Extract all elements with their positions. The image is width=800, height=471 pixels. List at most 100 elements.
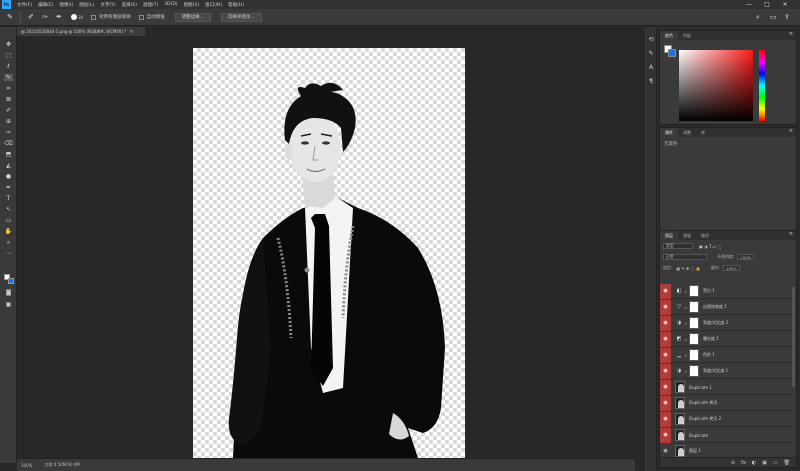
layer-name[interactable]: 亮度/对比度 1 — [703, 368, 728, 374]
search-icon[interactable]: ⌕ — [756, 13, 760, 22]
tab-layers[interactable]: 图层 — [660, 231, 678, 240]
layer-mask-thumbnail[interactable] — [689, 349, 699, 361]
layer-row[interactable]: ◉ ▽ ∞ 自然饱和度 1 — [660, 299, 796, 315]
lock-icons[interactable]: ▦ ✎ ✥ ⬚ 🔒 — [676, 266, 700, 271]
brush-size-value[interactable]: 30 — [78, 15, 83, 20]
photoshop-logo-icon[interactable]: Ps — [2, 0, 11, 9]
quick-mask-icon[interactable]: ◙ — [4, 289, 13, 296]
layer-thumbnail[interactable] — [675, 429, 685, 441]
tab-adjustments[interactable]: 调整 — [678, 128, 696, 137]
path-selection-tool-icon[interactable]: ↖ — [4, 206, 13, 213]
select-and-mask-button[interactable]: 选择并遮住... — [220, 12, 262, 22]
visibility-eye-icon[interactable]: ◉ — [660, 299, 671, 315]
hue-slider[interactable] — [759, 50, 765, 121]
visibility-eye-icon[interactable]: ◉ — [660, 395, 671, 411]
blend-mode-select[interactable]: 正常 — [663, 254, 707, 260]
tab-color[interactable]: 颜色 — [660, 31, 678, 40]
adjustment-type-icon[interactable]: ◑ — [675, 320, 683, 326]
layer-mask-thumbnail[interactable] — [689, 301, 699, 313]
layer-mask-thumbnail[interactable] — [689, 285, 699, 297]
menu-select[interactable]: 选择(S) — [122, 2, 137, 8]
gradient-tool-icon[interactable]: ⬒ — [4, 151, 13, 158]
document-tab[interactable]: @ 20210520040-1.png @ 100% (RGB/8#, 8/CM… — [17, 27, 145, 36]
panel-menu-icon[interactable]: ≡ — [789, 128, 793, 134]
link-layers-icon[interactable]: ⊝ — [731, 460, 735, 466]
menu-image[interactable]: 图像(I) — [59, 2, 73, 8]
color-picker-field[interactable] — [679, 50, 753, 121]
brush-tool-icon[interactable]: ✑ — [4, 129, 13, 136]
link-chain-icon[interactable]: ∞ — [684, 353, 688, 358]
visibility-eye-icon[interactable]: ◉ — [660, 347, 671, 363]
background-color-swatch[interactable] — [8, 278, 14, 284]
layer-name[interactable]: Duplicate 拷贝 2 — [689, 416, 721, 422]
layer-name[interactable]: 图层 1 — [689, 448, 701, 454]
panel-menu-icon[interactable]: ≡ — [789, 31, 793, 37]
menu-edit[interactable]: 编辑(E) — [38, 2, 53, 8]
visibility-eye-icon[interactable]: ◉ — [660, 427, 671, 443]
visibility-eye-icon[interactable]: ◉ — [660, 363, 671, 379]
layer-row[interactable]: ◉ Duplicate 1 — [660, 379, 796, 395]
zoom-tool-icon[interactable]: ⌕ — [4, 239, 13, 246]
layer-name[interactable]: Duplicate — [689, 433, 708, 438]
layer-thumbnail[interactable] — [675, 413, 685, 425]
new-selection-icon[interactable]: ✐ — [27, 13, 35, 21]
paragraph-icon[interactable]: ¶ — [647, 77, 655, 85]
type-tool-icon[interactable]: T — [4, 195, 13, 202]
layer-name[interactable]: Duplicate 拷贝 — [689, 400, 717, 406]
fx-icon[interactable]: fx — [741, 460, 746, 466]
new-layer-icon[interactable]: ▭ — [773, 460, 778, 466]
move-tool-icon[interactable]: ✥ — [4, 41, 13, 48]
trash-icon[interactable]: 🗑 — [784, 460, 790, 466]
close-window-button[interactable]: ✕ — [778, 0, 792, 9]
link-chain-icon[interactable]: ∞ — [684, 337, 688, 342]
brush-preview-icon[interactable] — [71, 14, 77, 20]
document-info[interactable]: 文档:4.50M/30.4M — [44, 462, 79, 468]
layer-thumbnail[interactable] — [675, 445, 685, 457]
menu-help[interactable]: 帮助(H) — [228, 2, 244, 8]
menu-type[interactable]: 文字(Y) — [100, 2, 115, 8]
layer-row[interactable]: ◉ Duplicate 拷贝 — [660, 395, 796, 411]
marquee-tool-icon[interactable]: ⬚ — [4, 52, 13, 59]
menu-filter[interactable]: 滤镜(T) — [143, 2, 158, 8]
crop-tool-icon[interactable]: ⌗ — [4, 85, 13, 92]
minimize-button[interactable]: — — [742, 0, 756, 9]
zoom-level[interactable]: 100% — [21, 463, 32, 468]
adjustment-type-icon[interactable]: ▁ — [675, 352, 683, 358]
layer-row[interactable]: ◉ ▁ ∞ 色阶 1 — [660, 347, 796, 363]
subtract-selection-icon[interactable]: ✒ — [55, 13, 63, 21]
dodge-tool-icon[interactable]: ● — [4, 173, 13, 180]
adjustment-type-icon[interactable]: ◩ — [675, 336, 683, 342]
hand-tool-icon[interactable]: ✋ — [4, 228, 13, 235]
layer-row[interactable]: ◉ Duplicate — [660, 427, 796, 443]
link-chain-icon[interactable]: ∞ — [684, 289, 688, 294]
layer-name[interactable]: 亮度/对比度 2 — [703, 320, 728, 326]
sample-all-checkbox[interactable] — [91, 14, 97, 20]
healing-brush-tool-icon[interactable]: ⊕ — [4, 118, 13, 125]
filter-icons[interactable]: ▣ ◑ T ▭ ⬚ — [699, 244, 721, 249]
opacity-input[interactable]: 100% — [737, 254, 755, 260]
layer-name[interactable]: Duplicate 1 — [689, 385, 712, 390]
share-icon[interactable]: ⇪ — [784, 13, 790, 21]
background-color-swatch[interactable] — [668, 49, 676, 57]
layer-name[interactable]: 黑白 1 — [703, 288, 715, 294]
visibility-eye-icon[interactable]: ◉ — [660, 411, 671, 427]
more-tools-icon[interactable]: ⋯ — [4, 250, 13, 257]
layer-row[interactable]: ◉ ◧ ∞ 黑白 1 — [660, 283, 796, 299]
frame-tool-icon[interactable]: ⊠ — [4, 96, 13, 103]
layers-scrollbar[interactable] — [792, 287, 795, 387]
auto-enhance-checkbox[interactable] — [138, 14, 144, 20]
panel-menu-icon[interactable]: ≡ — [789, 231, 793, 237]
tab-swatches[interactable]: 色板 — [678, 31, 696, 40]
menu-file[interactable]: 文件(F) — [17, 2, 32, 8]
pen-tool-icon[interactable]: ✒ — [4, 184, 13, 191]
visibility-eye-icon[interactable]: ◉ — [660, 379, 671, 395]
tab-properties[interactable]: 属性 — [660, 128, 678, 137]
tab-libraries[interactable]: 库 — [696, 128, 710, 137]
layer-mask-thumbnail[interactable] — [689, 333, 699, 345]
quick-selection-tool-icon[interactable]: ✎ — [4, 74, 13, 81]
visibility-eye-icon[interactable]: ◉ — [660, 315, 671, 331]
character-icon[interactable]: A — [647, 63, 655, 71]
menu-window[interactable]: 窗口(W) — [205, 2, 222, 8]
brush-settings-icon[interactable]: ✎ — [647, 49, 655, 57]
screen-mode-icon[interactable]: ▣ — [4, 301, 13, 308]
